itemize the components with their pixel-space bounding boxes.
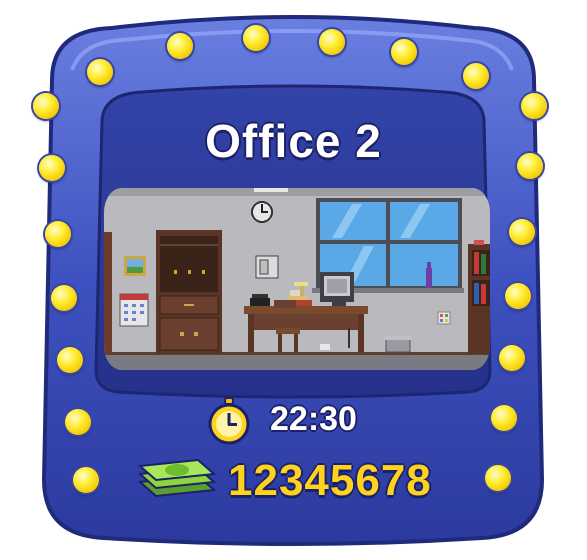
- marquee-bulb: [499, 345, 525, 371]
- marquee-bulb: [45, 221, 71, 247]
- room-preview[interactable]: [104, 188, 490, 370]
- marquee-bulb: [319, 29, 345, 55]
- marquee-bulb: [491, 405, 517, 431]
- room-title: Office 2: [205, 115, 382, 167]
- marquee-bulb: [51, 285, 77, 311]
- marquee-bulb: [65, 409, 91, 435]
- marquee-bulb: [485, 465, 511, 491]
- marquee-bulb: [509, 219, 535, 245]
- marquee-bulb: [505, 283, 531, 309]
- marquee-bulb: [57, 347, 83, 373]
- game-time: 22:30: [270, 400, 357, 438]
- marquee-bulb: [167, 33, 193, 59]
- marquee-bulb: [243, 25, 269, 51]
- cash-stack-icon: [137, 458, 217, 498]
- stopwatch-icon: [208, 397, 250, 445]
- marquee-bulb: [73, 467, 99, 493]
- marquee-bulb: [463, 63, 489, 89]
- marquee-bulb: [391, 39, 417, 65]
- marquee-bulb: [87, 59, 113, 85]
- money-counter: 12345678: [228, 456, 432, 505]
